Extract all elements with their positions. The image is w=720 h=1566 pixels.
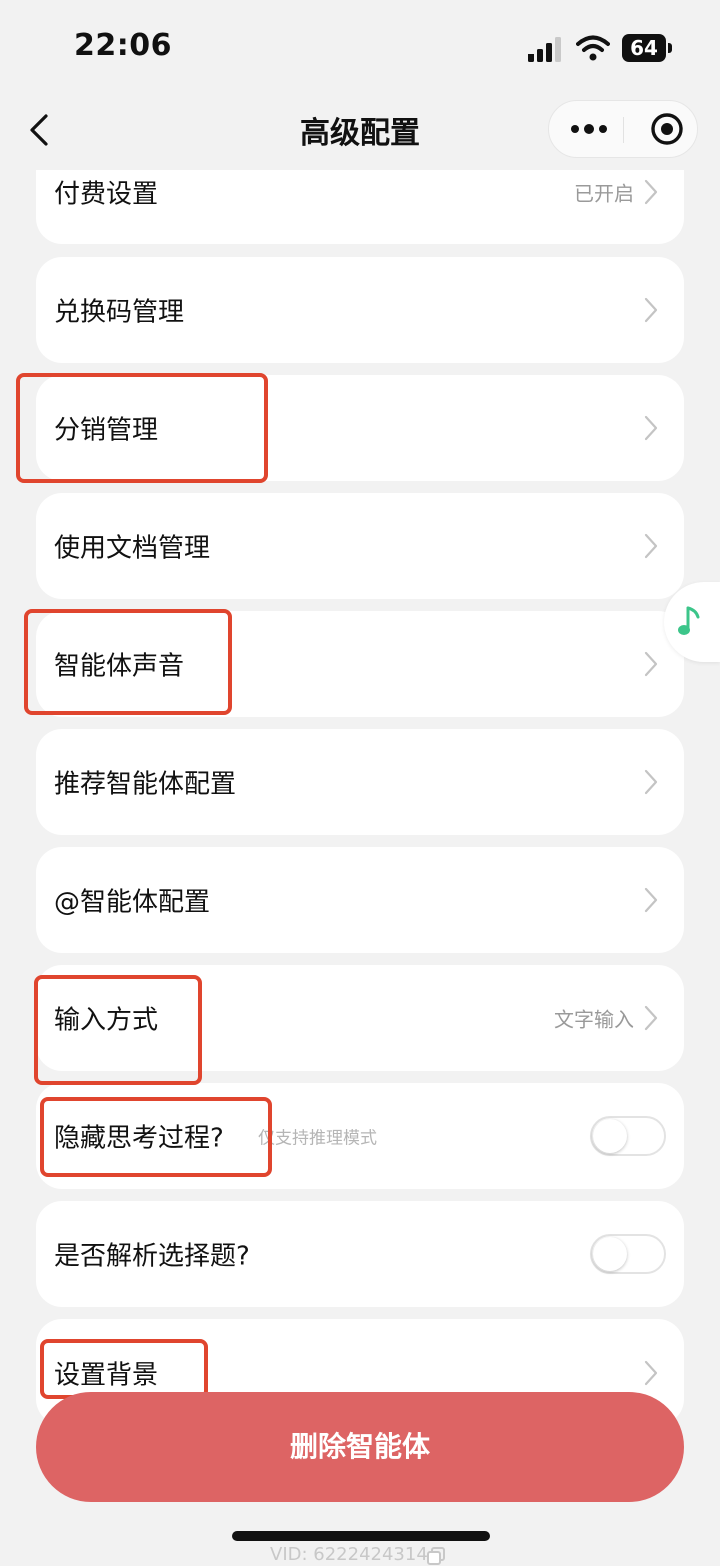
target-icon[interactable] xyxy=(649,111,685,147)
annotation-box-hide-thinking xyxy=(40,1097,272,1177)
chevron-right-icon xyxy=(644,533,658,559)
item-hint: 仅支持推理模式 xyxy=(258,1128,377,1149)
chevron-right-icon xyxy=(644,769,658,795)
status-bar: 22:06 64 xyxy=(0,0,720,92)
status-time: 22:06 xyxy=(74,28,172,63)
chevron-right-icon xyxy=(644,887,658,913)
capsule-divider xyxy=(623,117,624,143)
item-label: 付费设置 xyxy=(54,179,159,210)
item-value: 文字输入 xyxy=(554,1007,634,1032)
list-item-usage-docs[interactable]: 使用文档管理 xyxy=(36,493,684,599)
annotation-box-agent-voice xyxy=(24,609,232,715)
copy-icon[interactable] xyxy=(426,1546,446,1566)
annotation-box-set-background xyxy=(40,1339,208,1399)
toggle-knob xyxy=(593,1119,627,1153)
item-label: 是否解析选择题? xyxy=(54,1241,250,1272)
list-item-mention-agent[interactable]: @智能体配置 xyxy=(36,847,684,953)
list-item-recommend-agent[interactable]: 推荐智能体配置 xyxy=(36,729,684,835)
list-item-parse-choice: 是否解析选择题? xyxy=(36,1201,684,1307)
parse-choice-toggle[interactable] xyxy=(590,1234,666,1274)
item-label: 使用文档管理 xyxy=(54,533,211,564)
battery-icon: 64 xyxy=(622,34,672,62)
battery-level: 64 xyxy=(622,34,666,62)
chevron-right-icon xyxy=(644,415,658,441)
settings-list: 付费设置 已开启 兑换码管理 分销管理 使用文档管理 智能体声音 推荐智能体配置… xyxy=(0,0,720,1558)
music-note-icon xyxy=(678,606,700,635)
vid-text: VID: 6222424314 xyxy=(270,1544,428,1565)
chevron-right-icon xyxy=(644,297,658,323)
chevron-right-icon xyxy=(644,179,658,205)
battery-tip xyxy=(668,43,672,53)
item-label: 推荐智能体配置 xyxy=(54,769,237,800)
hide-thinking-toggle[interactable] xyxy=(590,1116,666,1156)
chevron-right-icon xyxy=(644,651,658,677)
chevron-right-icon xyxy=(644,1005,658,1031)
delete-agent-button[interactable]: 删除智能体 xyxy=(36,1392,684,1502)
item-value: 已开启 xyxy=(574,181,634,206)
list-item-redeem-code[interactable]: 兑换码管理 xyxy=(36,257,684,363)
more-icon[interactable] xyxy=(567,115,611,143)
signal-icon xyxy=(528,37,561,62)
wifi-icon xyxy=(576,35,610,61)
chevron-right-icon xyxy=(644,1360,658,1386)
annotation-box-distribution xyxy=(16,373,268,483)
mini-program-capsule xyxy=(548,100,698,158)
home-indicator xyxy=(232,1531,490,1541)
toggle-knob xyxy=(593,1237,627,1271)
annotation-box-input-method xyxy=(34,975,202,1085)
nav-bar: 高级配置 xyxy=(0,92,720,170)
item-label: @智能体配置 xyxy=(54,887,211,918)
item-label: 兑换码管理 xyxy=(54,297,185,328)
